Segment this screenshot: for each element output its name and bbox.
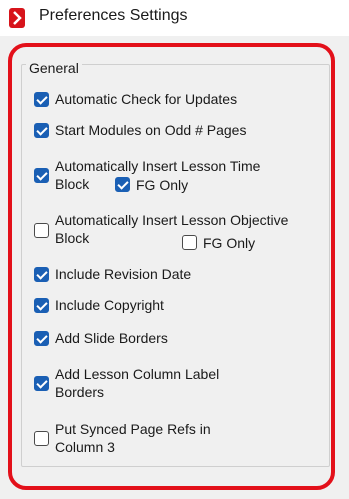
title-bar: Preferences Settings — [0, 0, 349, 36]
app-logo-icon — [9, 8, 25, 28]
start-odd-pages-checkbox[interactable] — [34, 123, 49, 138]
insert-objective-block-label-line1[interactable]: Automatically Insert Lesson Objective — [55, 211, 288, 229]
insert-objective-block-checkbox[interactable] — [34, 223, 49, 238]
auto-check-updates-label[interactable]: Automatic Check for Updates — [55, 90, 237, 108]
insert-time-block-checkbox[interactable] — [34, 168, 49, 183]
objective-block-fg-only-label[interactable]: FG Only — [203, 234, 255, 252]
insert-objective-block-label-line2[interactable]: Block — [55, 229, 89, 247]
window-title: Preferences Settings — [39, 7, 188, 24]
synced-page-refs-label-line2[interactable]: Column 3 — [55, 438, 115, 456]
add-column-label-borders-label-line1[interactable]: Add Lesson Column Label — [55, 365, 219, 383]
include-revision-date-label[interactable]: Include Revision Date — [55, 265, 191, 283]
synced-page-refs-label-line1[interactable]: Put Synced Page Refs in — [55, 420, 211, 438]
time-block-fg-only-label[interactable]: FG Only — [136, 176, 188, 194]
include-copyright-checkbox[interactable] — [34, 298, 49, 313]
include-copyright-label[interactable]: Include Copyright — [55, 296, 164, 314]
add-slide-borders-label[interactable]: Add Slide Borders — [55, 329, 168, 347]
add-column-label-borders-label-line2[interactable]: Borders — [55, 383, 104, 401]
add-column-label-borders-checkbox[interactable] — [34, 376, 49, 391]
insert-time-block-label-line2[interactable]: Block — [55, 175, 89, 193]
objective-block-fg-only-checkbox[interactable] — [182, 235, 197, 250]
time-block-fg-only-checkbox[interactable] — [115, 177, 130, 192]
add-slide-borders-checkbox[interactable] — [34, 331, 49, 346]
auto-check-updates-checkbox[interactable] — [34, 92, 49, 107]
insert-time-block-label-line1[interactable]: Automatically Insert Lesson Time — [55, 157, 260, 175]
group-legend: General — [26, 60, 82, 76]
synced-page-refs-checkbox[interactable] — [34, 431, 49, 446]
include-revision-date-checkbox[interactable] — [34, 267, 49, 282]
start-odd-pages-label[interactable]: Start Modules on Odd # Pages — [55, 121, 246, 139]
